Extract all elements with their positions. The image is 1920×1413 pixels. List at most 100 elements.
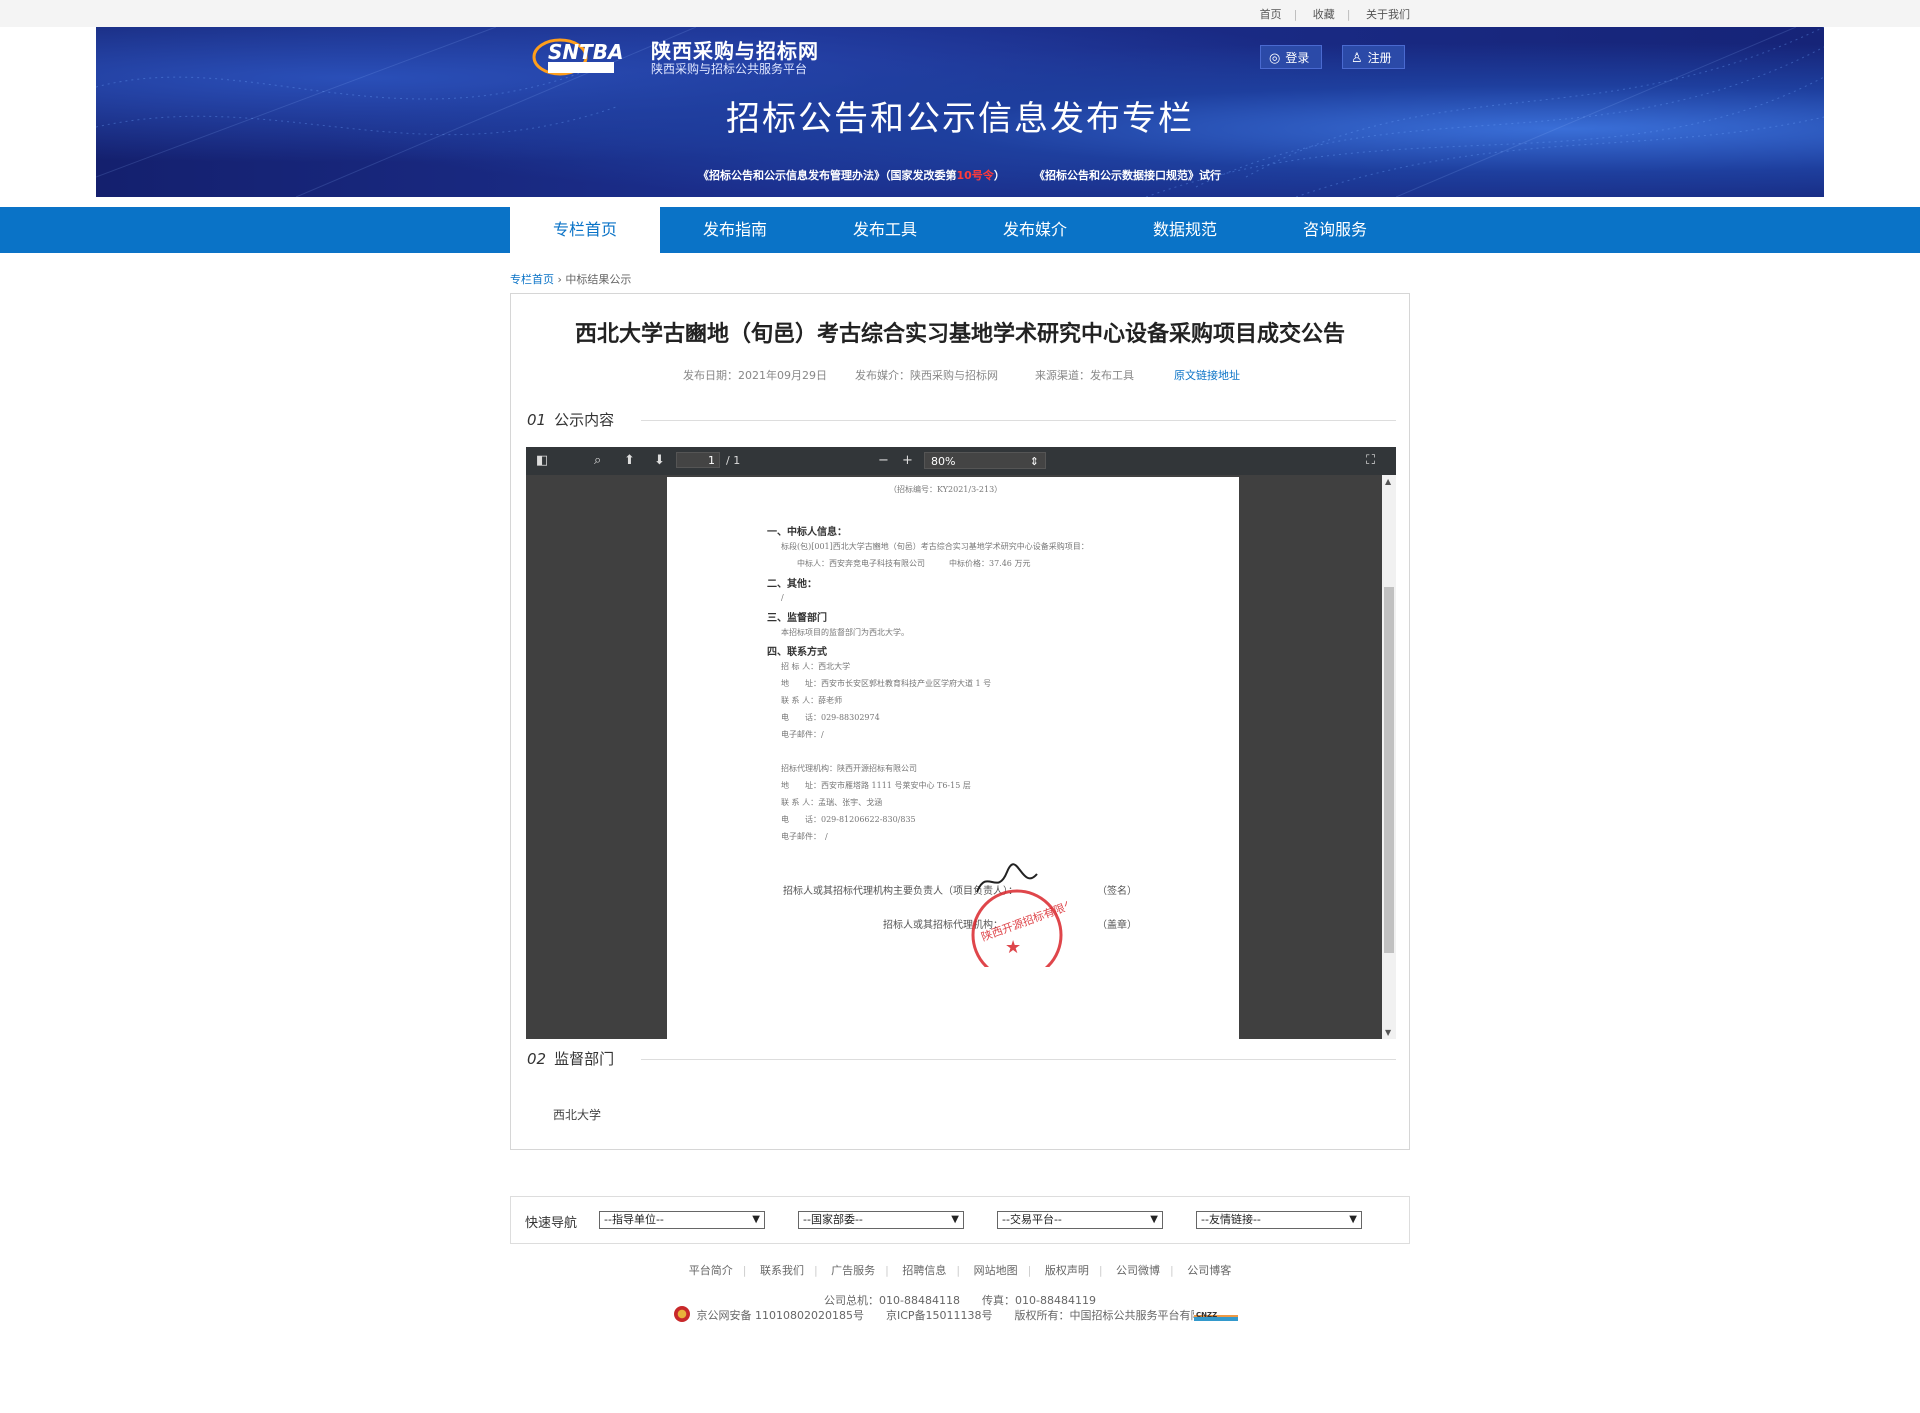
publish-media: 发布媒介：陕西采购与招标网 [855, 369, 998, 382]
svg-text:张宇: 张宇 [967, 862, 969, 863]
supervision-content: 西北大学 [553, 1108, 602, 1122]
footer-link[interactable]: 公司微博 [1116, 1264, 1160, 1277]
tab-data-spec[interactable]: 数据规范 [1110, 207, 1260, 253]
pdf-line: 一、中标人信息： [767, 527, 847, 538]
section-content-heading: 01 公示内容 [527, 411, 615, 429]
pdf-line: 电 话：029-81206622-830/835 [781, 815, 916, 824]
pdf-line: / [781, 593, 784, 602]
article-title: 西北大学古豳地（旬邑）考古综合实习基地学术研究中心设备采购项目成交公告 [574, 322, 1345, 347]
arrow-down-icon[interactable]: ⬇ [654, 453, 665, 468]
login-button[interactable]: ◎ 登录 [1260, 45, 1323, 69]
footer-link[interactable]: 招聘信息 [902, 1264, 946, 1277]
footer-link[interactable]: 公司博客 [1187, 1264, 1231, 1277]
zoom-in-icon[interactable]: + [902, 453, 913, 468]
pdf-line: 本招标项目的监督部门为西北大学。 [781, 628, 909, 637]
pdf-line: 四、联系方式 [767, 647, 827, 658]
footer-link[interactable]: 网站地图 [974, 1264, 1018, 1277]
page-number-input[interactable]: 1 [676, 452, 720, 468]
arrow-up-icon[interactable]: ⬆ [624, 453, 635, 468]
section-supervision-heading: 02 监督部门 [527, 1050, 615, 1068]
pdf-viewer[interactable]: ◧ ⌕ ⬆ ⬇ 1 / 1 − + 80% ⇕ ⛶ （招标编号：KY2021/3-… [526, 447, 1396, 1039]
pdf-line: （签名） [1097, 886, 1137, 897]
register-button[interactable]: ♙ 注册 [1342, 45, 1405, 69]
pdf-line: 电子邮件：/ [781, 730, 824, 739]
header-banner: SNTBA 陕西采购与招标网 陕西采购与招标公共服务平台 ◎ 登录 ♙ 注册 招标公… [96, 27, 1824, 197]
pdf-line: 电子邮件： / [781, 832, 828, 841]
pdf-line: 电 话：029-88302974 [781, 713, 880, 722]
quick-nav-label: 快速导航 [525, 1216, 578, 1231]
site-subtitle: 陕西采购与招标公共服务平台 [651, 62, 808, 76]
banner-title: 招标公告和公示信息发布专栏 [726, 99, 1194, 139]
pdf-line: 地 址：西安市长安区郭杜教育科技产业区学府大道 1 号 [781, 679, 992, 688]
zoom-select[interactable]: 80% ⇕ [924, 452, 1046, 469]
scroll-up-icon: ▲ [1385, 477, 1392, 486]
top-link-about[interactable]: 关于我们 [1366, 8, 1410, 21]
tab-publish-guide[interactable]: 发布指南 [660, 207, 810, 253]
footer-icp: 京公网安备 11010802020185号 京ICP备15011138号 版权所… [696, 1309, 1224, 1322]
site-logo[interactable]: SNTBA [530, 35, 650, 77]
pdf-line: 标段(包)[001]西北大学古豳地（旬邑）考古综合实习基地学术研究中心设备采购项… [781, 542, 1089, 551]
divider [641, 420, 1396, 421]
footer-links: 平台简介 | 联系我们 | 广告服务 | 招聘信息 | 网站地图 | 版权声明 | 公司微博… [688, 1264, 1232, 1277]
pdf-line: （盖章） [1097, 920, 1137, 931]
divider [641, 1059, 1396, 1060]
tab-column-home[interactable]: 专栏首页 [510, 207, 660, 253]
tab-consulting[interactable]: 咨询服务 [1260, 207, 1410, 253]
pdf-toolbar: ◧ ⌕ ⬆ ⬇ 1 / 1 − + 80% ⇕ ⛶ [526, 447, 1396, 475]
search-icon[interactable]: ⌕ [594, 453, 601, 468]
cnzz-badge[interactable]: CNZZ [1194, 1309, 1238, 1321]
top-link-favorite[interactable]: 收藏 [1313, 8, 1335, 21]
top-utility-bar: 首页 | 收藏 | 关于我们 [0, 0, 1920, 27]
publish-date: 发布日期：2021年09月29日 [683, 369, 827, 382]
pdf-line: 招标代理机构：陕西开源招标有限公司 [781, 764, 917, 773]
scrollbar-thumb[interactable] [1384, 587, 1394, 953]
pdf-line: 二、其他： [767, 579, 817, 590]
pdf-scrollbar[interactable]: ▲ ▼ [1382, 475, 1396, 1039]
sidebar-toggle-icon[interactable]: ◧ [536, 453, 548, 468]
tab-publish-tools[interactable]: 发布工具 [810, 207, 960, 253]
select-trading-platform[interactable]: --交易平台-- ▼ [997, 1211, 1163, 1229]
pdf-line: 地 址：西安市雁塔路 1111 号莱安中心 T6-15 层 [781, 781, 971, 790]
breadcrumb: 专栏首页 › 中标结果公示 [510, 271, 631, 287]
svg-text:★: ★ [1005, 937, 1021, 958]
main-nav: 专栏首页 发布指南 发布工具 发布媒介 数据规范 咨询服务 [0, 207, 1920, 253]
chevron-down-icon: ▼ [1150, 1214, 1158, 1225]
chevron-updown-icon: ⇕ [1029, 455, 1039, 468]
select-ministry[interactable]: --国家部委-- ▼ [798, 1211, 964, 1229]
page-total: / 1 [726, 454, 741, 467]
select-friend-links[interactable]: --友情链接-- ▼ [1196, 1211, 1362, 1229]
original-link[interactable]: 原文链接地址 [1174, 369, 1240, 382]
top-link-home[interactable]: 首页 [1260, 8, 1282, 21]
company-stamp: 陕西开源招标有限公司 ★ [971, 889, 1067, 967]
pdf-line: 中标人：西安奔竞电子科技有限公司 中标价格：37.46 万元 [797, 559, 1031, 568]
user-circle-icon: ◎ [1269, 51, 1281, 66]
user-icon: ♙ [1351, 51, 1363, 66]
chevron-down-icon: ▼ [951, 1214, 959, 1225]
tab-publish-media[interactable]: 发布媒介 [960, 207, 1110, 253]
article-card: 西北大学古豳地（旬邑）考古综合实习基地学术研究中心设备采购项目成交公告 发布日期… [510, 293, 1410, 1150]
footer-link[interactable]: 版权声明 [1045, 1264, 1089, 1277]
footer-link[interactable]: 平台简介 [689, 1264, 733, 1277]
select-guide-unit[interactable]: --指导单位-- ▼ [599, 1211, 765, 1229]
footer-contact: 公司总机：010-88484118 传真：010-88484119 [824, 1294, 1096, 1307]
regulation-notice-1[interactable]: 《招标公告和公示信息发布管理办法》（国家发改委第10号令） [698, 167, 1005, 183]
chevron-down-icon: ▼ [752, 1214, 760, 1225]
pdf-line: 联 系 人：薛老师 [781, 696, 843, 705]
breadcrumb-home[interactable]: 专栏首页 [510, 273, 554, 286]
footer-link[interactable]: 联系我们 [760, 1264, 804, 1277]
pdf-line: （招标编号：KY2021/3-213） [889, 485, 1003, 494]
svg-text:陕西开源招标有限公司: 陕西开源招标有限公司 [979, 893, 1067, 944]
regulation-notice-2[interactable]: 《招标公告和公示数据接口规范》试行 [1034, 167, 1221, 183]
zoom-out-icon[interactable]: − [878, 453, 889, 468]
pdf-line: 联 系 人：孟瑞、张宇、戈涵 [781, 798, 883, 807]
chevron-down-icon: ▼ [1349, 1214, 1357, 1225]
quick-nav: 快速导航 --指导单位-- ▼ --国家部委-- ▼ --交易平台-- ▼ --友情链… [510, 1196, 1410, 1244]
pdf-page: （招标编号：KY2021/3-213） 一、中标人信息： 标段(包)[001]西… [667, 477, 1239, 1039]
source-channel: 来源渠道：发布工具 [1035, 369, 1134, 382]
scroll-down-icon: ▼ [1385, 1028, 1392, 1037]
pdf-line: 三、监督部门 [767, 613, 827, 624]
top-links: 首页 | 收藏 | 关于我们 [1259, 8, 1410, 21]
fullscreen-icon[interactable]: ⛶ [1366, 453, 1375, 468]
footer-link[interactable]: 广告服务 [831, 1264, 875, 1277]
breadcrumb-current: 中标结果公示 [565, 273, 632, 286]
